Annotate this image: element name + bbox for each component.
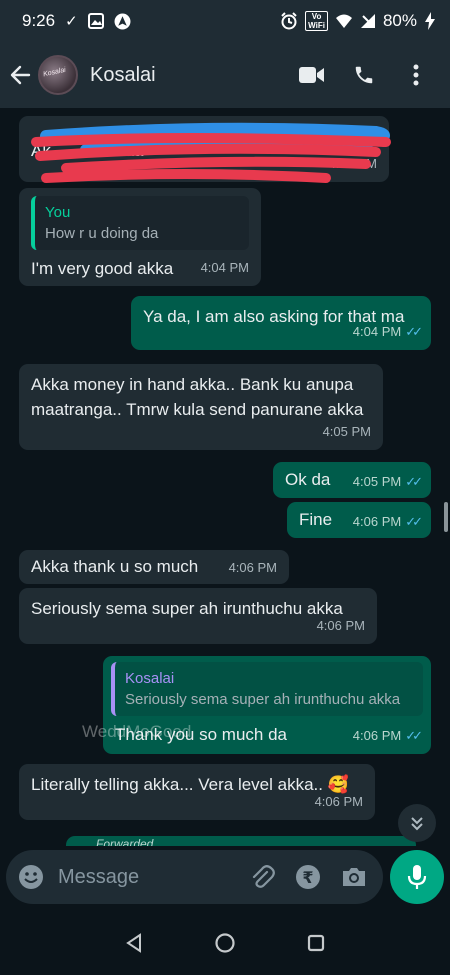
scrollbar[interactable] xyxy=(444,502,448,532)
back-button[interactable] xyxy=(2,42,38,108)
wifi-icon xyxy=(335,14,352,28)
system-nav-bar xyxy=(0,910,450,975)
message-time: 4:06 PM xyxy=(314,794,363,809)
read-ticks-icon: ✓✓ xyxy=(405,514,423,529)
nav-home-icon[interactable] xyxy=(214,932,236,954)
nav-recents-icon[interactable] xyxy=(306,933,326,953)
message-time: 4:06 PM xyxy=(352,514,402,529)
attach-icon[interactable] xyxy=(249,864,275,890)
quote-author: You xyxy=(45,204,71,221)
more-options-button[interactable] xyxy=(390,49,442,101)
rupee-payment-icon[interactable]: ₹ xyxy=(295,864,321,890)
quoted-reply[interactable]: You How r u doing da xyxy=(31,196,249,250)
message-time: 4:04 PM xyxy=(200,260,249,275)
image-icon xyxy=(87,13,104,29)
read-ticks-icon: ✓✓ xyxy=(405,474,423,489)
quote-author: Kosalai xyxy=(125,670,175,687)
composer: Message ₹ xyxy=(0,846,450,910)
message-time: 4:06 PM xyxy=(352,728,402,743)
quoted-reply[interactable]: Kosalai Seriously sema super ah irunthuc… xyxy=(111,662,423,716)
alarm-icon xyxy=(281,12,297,30)
message-outgoing[interactable]: Fine 4:06 PM ✓✓ xyxy=(287,502,431,538)
read-ticks-icon: ✓✓ xyxy=(405,324,423,339)
message-placeholder: Message xyxy=(58,865,140,888)
message-input[interactable]: Message ₹ xyxy=(6,850,383,904)
chat-header: Kosalai Kosalai xyxy=(0,42,450,108)
nav-back-icon[interactable] xyxy=(124,932,144,953)
mic-icon xyxy=(407,865,427,889)
more-options-icon xyxy=(413,64,419,86)
message-text: Literally telling akka... Vera level akk… xyxy=(31,775,323,794)
status-time: 9:26 xyxy=(22,11,56,30)
message-text: Seriously sema super ah irunthuchu akka xyxy=(31,599,343,618)
svg-text:₹: ₹ xyxy=(302,868,313,887)
forwarded-message-preview[interactable]: Forwarded xyxy=(66,836,416,846)
scroll-down-button[interactable] xyxy=(398,804,436,842)
volte-wifi-icon: Vo WiFi xyxy=(305,11,328,31)
message-incoming[interactable]: You How r u doing da I'm very good akka … xyxy=(19,188,261,286)
video-call-button[interactable] xyxy=(286,49,338,101)
message-incoming-redacted[interactable]: Ak… …st akka 4:04 PM xyxy=(19,116,389,182)
charging-icon xyxy=(425,12,435,30)
avatar[interactable]: Kosalai xyxy=(38,55,78,95)
emoji-icon[interactable] xyxy=(18,864,44,890)
chat-area[interactable]: Ak… …st akka 4:04 PM You How r u doing d… xyxy=(0,108,450,846)
quote-text: How r u doing da xyxy=(45,225,159,242)
check-icon: ✓ xyxy=(65,12,78,30)
status-bar: 9:26 ✓ Vo WiFi 80% xyxy=(0,0,450,42)
camera-icon[interactable] xyxy=(341,865,367,889)
mic-button[interactable] xyxy=(390,850,444,904)
message-incoming[interactable]: Literally telling akka... Vera level akk… xyxy=(19,764,375,820)
message-time: 4:05 PM xyxy=(352,474,402,489)
signal-icon xyxy=(360,14,375,28)
message-text: Akka money in hand akka.. Bank ku anupa … xyxy=(31,375,364,419)
back-arrow-icon xyxy=(10,65,31,85)
message-incoming[interactable]: Akka thank u so much 4:06 PM xyxy=(19,550,289,584)
message-outgoing[interactable]: Ok da 4:05 PM ✓✓ xyxy=(273,462,431,498)
scroll-down-icon xyxy=(411,817,423,831)
message-incoming[interactable]: Akka money in hand akka.. Bank ku anupa … xyxy=(19,364,383,450)
message-time: 4:04 PM xyxy=(328,156,377,171)
voice-call-icon xyxy=(355,66,373,84)
message-time: 4:06 PM xyxy=(228,560,277,575)
navigation-icon xyxy=(114,13,131,29)
watermark: WeddMoGood xyxy=(82,722,192,741)
message-text: Ak… …st akka xyxy=(31,141,144,160)
video-call-icon xyxy=(299,67,324,83)
message-time: 4:05 PM xyxy=(322,424,371,439)
voice-call-button[interactable] xyxy=(338,49,390,101)
contact-name[interactable]: Kosalai xyxy=(90,64,156,87)
message-incoming[interactable]: Seriously sema super ah irunthuchu akka … xyxy=(19,588,377,644)
battery-percent: 80% xyxy=(382,11,417,30)
message-time: 4:04 PM xyxy=(352,324,402,339)
message-outgoing[interactable]: Ya da, I am also asking for that ma 4:04… xyxy=(131,296,431,350)
read-ticks-icon: ✓✓ xyxy=(405,728,423,743)
message-time: 4:06 PM xyxy=(316,618,365,633)
quote-text: Seriously sema super ah irunthuchu akka xyxy=(125,691,401,708)
